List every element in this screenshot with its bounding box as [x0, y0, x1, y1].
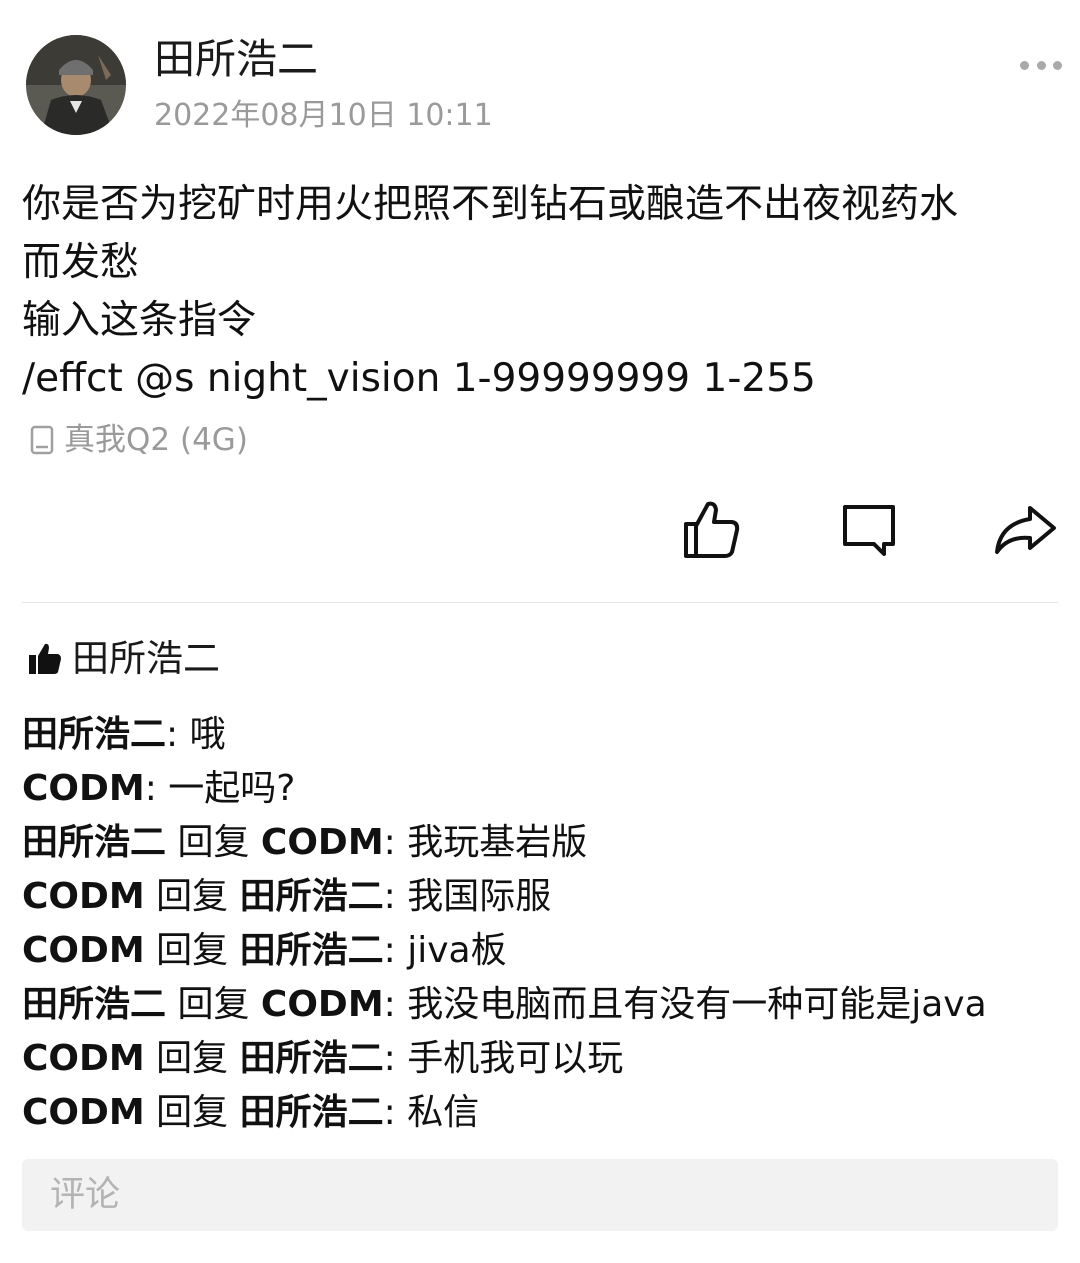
comment-item[interactable]: CODM: 一起吗?	[22, 762, 1062, 816]
comment-author[interactable]: CODM	[22, 768, 145, 809]
liker-name[interactable]: 田所浩二	[72, 636, 220, 682]
comment-item[interactable]: 田所浩二 回复 CODM: 我玩基岩版	[22, 816, 1062, 870]
comment-author[interactable]: CODM	[22, 1092, 145, 1133]
thumbs-up-icon	[684, 501, 740, 558]
comment-reply-target[interactable]: 田所浩二	[240, 1092, 384, 1133]
comment-item[interactable]: CODM 回复 田所浩二: jiva板	[22, 924, 1062, 978]
post-body: 你是否为挖矿时用火把照不到钻石或酿造不出夜视药水 而发愁 输入这条指令 /eff…	[22, 176, 1062, 408]
comment-author[interactable]: 田所浩二	[22, 822, 166, 863]
divider	[22, 602, 1058, 603]
comment-button[interactable]	[836, 496, 902, 562]
comment-author[interactable]: 田所浩二	[22, 714, 166, 755]
likes-row: 田所浩二	[28, 636, 220, 682]
post-body-line: 你是否为挖矿时用火把照不到钻石或酿造不出夜视药水	[22, 182, 959, 227]
post-body-line: /effct @s night_vision 1-99999999 1-255	[22, 356, 816, 401]
reply-word: 回复	[166, 822, 261, 863]
comment-reply-target[interactable]: CODM	[261, 984, 384, 1025]
comment-author[interactable]: CODM	[22, 876, 145, 917]
comment-item[interactable]: CODM 回复 田所浩二: 私信	[22, 1086, 1062, 1140]
author-name[interactable]: 田所浩二	[154, 34, 318, 84]
comment-author[interactable]: 田所浩二	[22, 984, 166, 1025]
comment-input[interactable]: 评论	[22, 1159, 1058, 1231]
comment-reply-target[interactable]: 田所浩二	[240, 876, 384, 917]
comment-item[interactable]: CODM 回复 田所浩二: 我国际服	[22, 870, 1062, 924]
post-body-line: 而发愁	[22, 240, 140, 285]
device-info: 真我Q2 (4G)	[30, 420, 248, 460]
post-body-line: 输入这条指令	[22, 298, 257, 343]
comment-text: : 私信	[383, 1092, 480, 1133]
comment-text: : 我国际服	[383, 876, 552, 917]
comment-item[interactable]: 田所浩二: 哦	[22, 708, 1062, 762]
comment-text: : jiva板	[383, 930, 507, 971]
comment-author[interactable]: CODM	[22, 1038, 145, 1079]
comment-text: : 手机我可以玩	[383, 1038, 624, 1079]
avatar-image	[26, 35, 126, 135]
comment-author[interactable]: CODM	[22, 930, 145, 971]
comment-text: : 哦	[166, 714, 226, 755]
comment-text: : 我玩基岩版	[383, 822, 588, 863]
comment-reply-target[interactable]: CODM	[261, 822, 384, 863]
reply-word: 回复	[144, 1038, 240, 1079]
reply-word: 回复	[144, 1092, 240, 1133]
comment-text: : 我没电脑而且有没有一种可能是java	[383, 984, 987, 1025]
reply-word: 回复	[144, 876, 240, 917]
post-timestamp: 2022年08月10日 10:11	[154, 98, 493, 133]
reply-word: 回复	[144, 930, 240, 971]
author-avatar[interactable]	[26, 35, 126, 135]
share-icon	[995, 506, 1056, 554]
phone-icon	[30, 425, 54, 455]
comment-item[interactable]: 田所浩二 回复 CODM: 我没电脑而且有没有一种可能是java	[22, 978, 1062, 1032]
comment-list: 田所浩二: 哦 CODM: 一起吗? 田所浩二 回复 CODM: 我玩基岩版 C…	[22, 708, 1062, 1140]
comment-reply-target[interactable]: 田所浩二	[240, 930, 384, 971]
more-icon[interactable]	[1020, 56, 1062, 74]
thumbs-up-filled-icon	[29, 643, 61, 674]
comment-text: : 一起吗?	[144, 768, 296, 809]
reply-word: 回复	[166, 984, 261, 1025]
like-button[interactable]	[678, 496, 744, 562]
comment-item[interactable]: CODM 回复 田所浩二: 手机我可以玩	[22, 1032, 1062, 1086]
comment-icon	[843, 505, 895, 556]
share-button[interactable]	[992, 496, 1058, 562]
comment-reply-target[interactable]: 田所浩二	[240, 1038, 384, 1079]
device-name: 真我Q2 (4G)	[64, 422, 248, 458]
